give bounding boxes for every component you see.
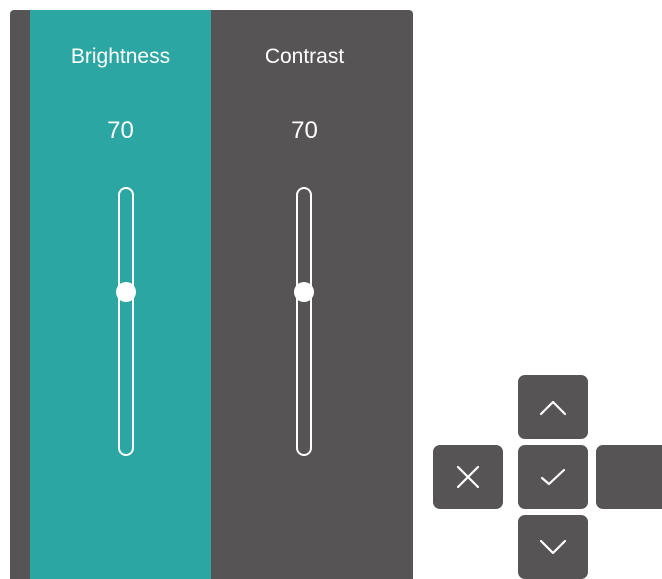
brightness-column[interactable]: Brightness 70: [30, 10, 211, 579]
osd-menu-panel: Brightness 70 Contrast 70: [10, 10, 413, 579]
check-icon: [540, 468, 566, 486]
chevron-down-icon: [539, 539, 567, 555]
close-button[interactable]: [433, 445, 503, 509]
contrast-value: 70: [291, 117, 318, 144]
contrast-column[interactable]: Contrast 70: [211, 10, 398, 579]
down-button[interactable]: [518, 515, 588, 579]
contrast-slider-thumb[interactable]: [294, 282, 314, 303]
right-button[interactable]: [596, 445, 662, 509]
close-icon: [456, 465, 480, 489]
chevron-up-icon: [539, 400, 567, 416]
brightness-label: Brightness: [70, 45, 171, 68]
confirm-button[interactable]: [518, 445, 588, 509]
contrast-slider[interactable]: [294, 187, 314, 456]
brightness-slider-thumb[interactable]: [116, 282, 136, 303]
contrast-label: Contrast: [264, 45, 345, 68]
brightness-value: 70: [107, 117, 134, 144]
up-button[interactable]: [518, 375, 588, 439]
brightness-slider[interactable]: [116, 187, 136, 456]
